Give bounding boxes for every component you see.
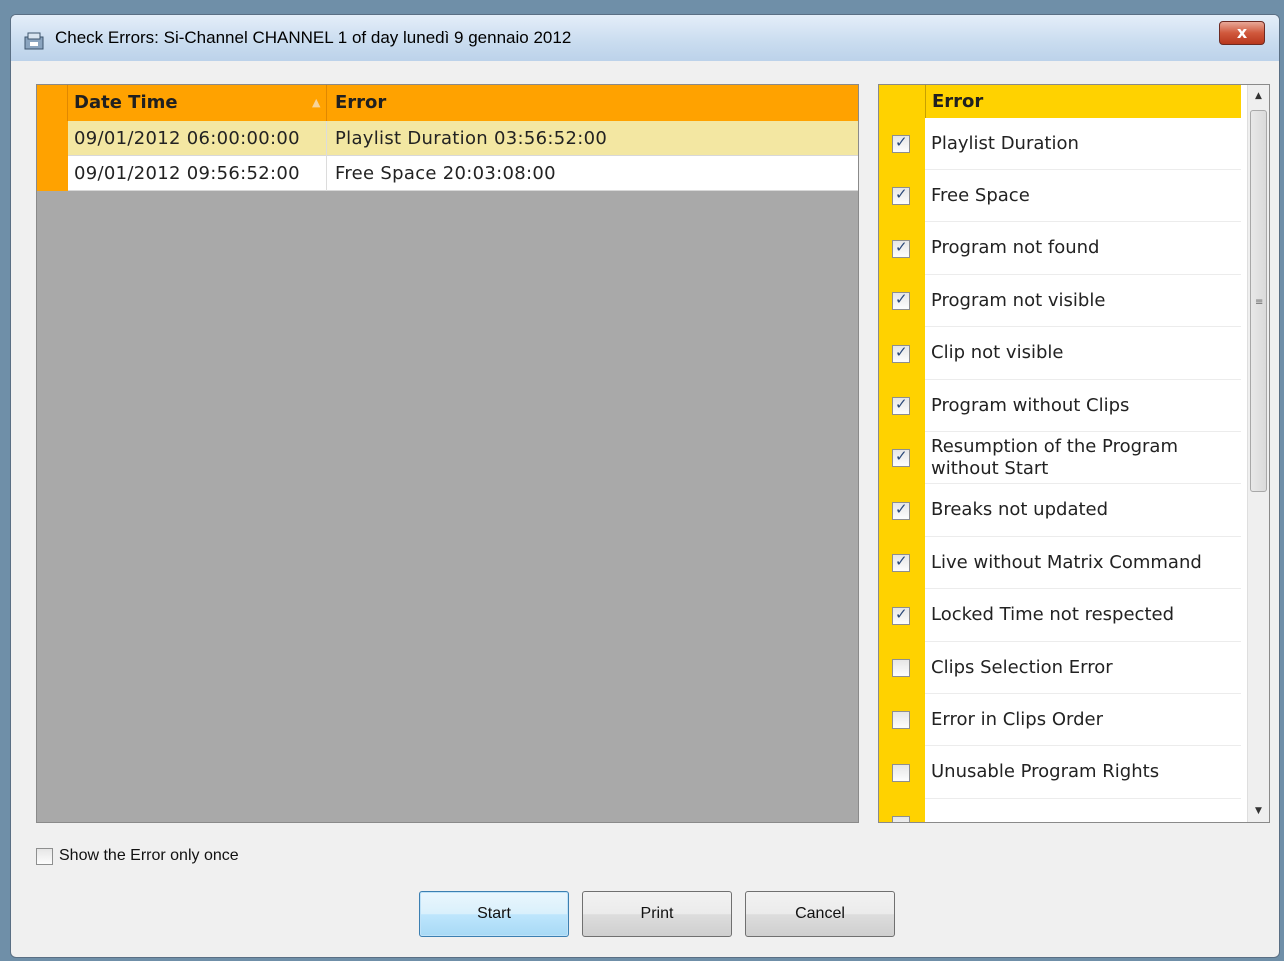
errors-grid[interactable]: Date Time ▲ Error 09/01/2012 06:00:00:00… [36, 84, 859, 823]
row-selector[interactable] [37, 121, 68, 156]
checklist-item[interactable]: Error in Clips Order [925, 694, 1241, 747]
show-once-label: Show the Error only once [59, 847, 239, 864]
error-type-checkbox[interactable] [892, 133, 910, 153]
checklist-item-label: Resumption of the Program without Start [931, 435, 1178, 479]
checklist-item[interactable]: Free Space [925, 170, 1241, 223]
cell-datetime: 09/01/2012 06:00:00:00 [74, 121, 327, 156]
show-once-checkbox[interactable] [36, 847, 53, 865]
checklist-header: Error [925, 85, 1241, 118]
start-button[interactable]: Start [419, 891, 569, 937]
error-type-checkbox[interactable] [892, 711, 910, 730]
grid-header: Date Time ▲ Error [37, 85, 858, 121]
error-type-checkbox[interactable] [892, 290, 910, 311]
table-row[interactable]: 09/01/2012 09:56:52:00 Free Space 20:03:0… [37, 156, 858, 191]
cell-error: Free Space 20:03:08:00 [335, 163, 556, 184]
dialog-body: Date Time ▲ Error 09/01/2012 06:00:00:00… [21, 67, 1270, 947]
error-type-checkbox[interactable] [892, 343, 910, 363]
checklist-item-label: Breaks not updated [931, 499, 1109, 521]
scroll-thumb[interactable]: ≡ [1250, 110, 1267, 492]
app-icon [24, 32, 44, 50]
window-title: Check Errors: Si-Channel CHANNEL 1 of da… [55, 28, 572, 47]
check-errors-window: Check Errors: Si-Channel CHANNEL 1 of da… [10, 14, 1280, 958]
checklist-item-label: Live without Matrix Command [931, 551, 1202, 573]
table-row[interactable]: 09/01/2012 06:00:00:00 Playlist Duration … [37, 121, 858, 156]
error-type-checkbox[interactable] [892, 605, 910, 625]
checklist-item-partial [925, 799, 1241, 822]
title-bar[interactable]: Check Errors: Si-Channel CHANNEL 1 of da… [11, 15, 1279, 61]
cell-error: Playlist Duration 03:56:52:00 [335, 128, 608, 149]
print-button[interactable]: Print [582, 891, 732, 937]
column-header-error[interactable]: Error [335, 85, 386, 121]
checklist-item-label: Error in Clips Order [931, 708, 1103, 730]
checklist-item-label: Clips Selection Error [931, 656, 1113, 678]
error-type-checkbox[interactable] [892, 447, 910, 468]
scroll-down-arrow-icon[interactable]: ▼ [1248, 800, 1269, 822]
error-type-checkbox[interactable] [892, 238, 910, 258]
sort-ascending-icon: ▲ [312, 96, 321, 109]
error-type-checkbox[interactable] [892, 659, 910, 677]
error-type-checkbox[interactable] [892, 395, 910, 415]
cell-datetime: 09/01/2012 09:56:52:00 [74, 156, 327, 191]
scroll-up-arrow-icon[interactable]: ▲ [1248, 85, 1269, 107]
checklist-item-label: Locked Time not respected [931, 604, 1175, 626]
checklist-item-label: Unusable Program Rights [931, 761, 1160, 783]
cancel-button[interactable]: Cancel [745, 891, 895, 937]
checklist-scrollbar[interactable]: ▲ ≡ ▼ [1247, 85, 1269, 822]
checklist-item-label: Program not visible [931, 289, 1106, 311]
show-once-option[interactable]: Show the Error only once [36, 845, 239, 867]
checklist-item[interactable]: Live without Matrix Command [925, 537, 1241, 590]
checklist-item[interactable]: Program without Clips [925, 380, 1241, 432]
error-type-checkbox[interactable] [892, 816, 910, 822]
grip-icon: ≡ [1255, 297, 1264, 308]
checklist-item-label: Playlist Duration [931, 132, 1079, 154]
checklist-item[interactable]: Locked Time not respected [925, 589, 1241, 642]
error-type-checkbox[interactable] [892, 552, 910, 573]
column-header-datetime[interactable]: Date Time [74, 85, 327, 121]
error-type-checkbox[interactable] [892, 500, 910, 520]
checklist-item[interactable]: Resumption of the Program without Start [925, 432, 1241, 485]
row-selector[interactable] [37, 156, 68, 191]
checklist-item-label: Program not found [931, 237, 1100, 259]
close-button[interactable]: x [1219, 21, 1265, 45]
checklist-item[interactable]: Program not visible [925, 275, 1241, 328]
checklist-item[interactable]: Clip not visible [925, 327, 1241, 380]
error-type-checkbox[interactable] [892, 763, 910, 782]
checklist-item[interactable]: Playlist Duration [925, 118, 1241, 170]
checklist-item-label: Program without Clips [931, 394, 1130, 416]
error-type-checkbox[interactable] [892, 185, 910, 206]
checklist-item-label: Clip not visible [931, 342, 1064, 364]
checklist-item[interactable]: Breaks not updated [925, 484, 1241, 537]
error-type-checklist[interactable]: Error Playlist Duration Free Space Program… [878, 84, 1270, 823]
checklist-item-label: Free Space [931, 184, 1030, 206]
checklist-item[interactable]: Clips Selection Error [925, 642, 1241, 694]
checklist-item[interactable]: Unusable Program Rights [925, 746, 1241, 799]
checklist-item[interactable]: Program not found [925, 222, 1241, 275]
row-selector-header [37, 85, 68, 121]
